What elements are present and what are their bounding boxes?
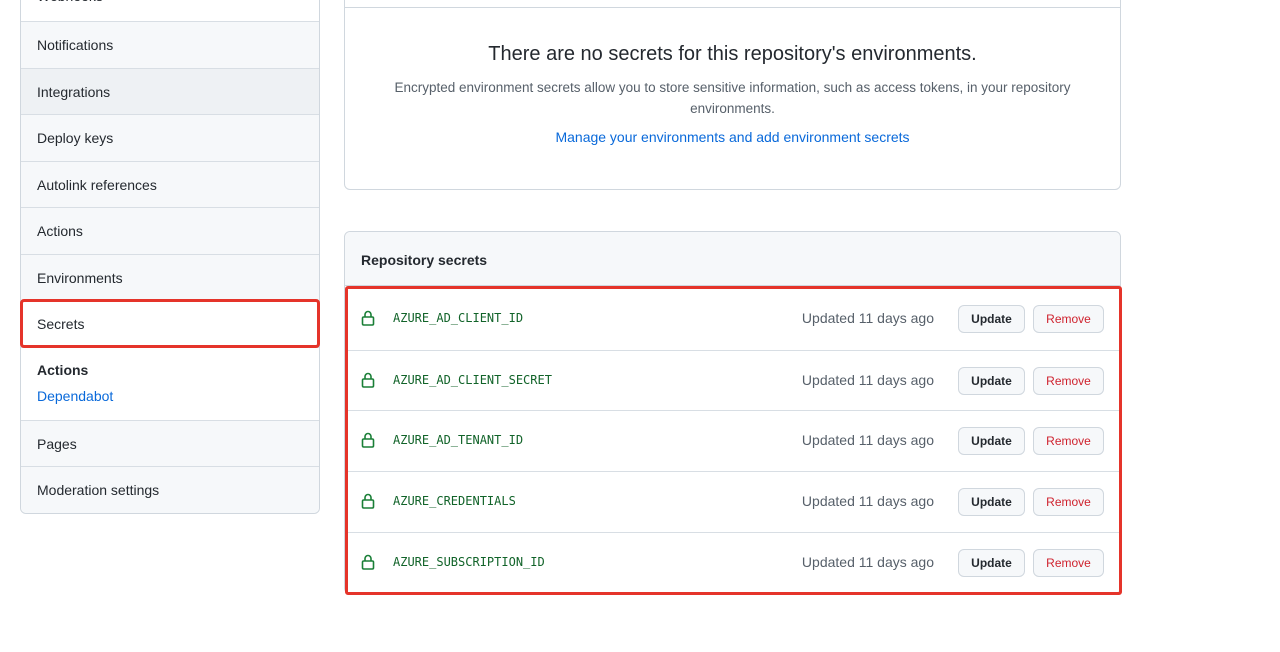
blankslate-description: Encrypted environment secrets allow you … bbox=[394, 80, 1071, 116]
sidebar-item-actions[interactable]: Actions bbox=[21, 207, 319, 254]
sidebar-secrets-subgroup: Actions Dependabot bbox=[21, 346, 319, 420]
sidebar-item-deploy-keys[interactable]: Deploy keys bbox=[21, 114, 319, 161]
update-secret-button[interactable]: Update bbox=[958, 305, 1025, 333]
update-secret-button[interactable]: Update bbox=[958, 548, 1025, 577]
environment-secrets-blankslate: There are no secrets for this repository… bbox=[344, 0, 1121, 190]
secret-row: AZURE_AD_CLIENT_ID Updated 11 days ago U… bbox=[348, 289, 1119, 350]
divider bbox=[345, 7, 1120, 8]
manage-environments-link[interactable]: Manage your environments and add environ… bbox=[345, 129, 1120, 145]
secret-row: AZURE_CREDENTIALS Updated 11 days ago Up… bbox=[348, 471, 1119, 532]
sidebar-item-autolink-references[interactable]: Autolink references bbox=[21, 160, 319, 207]
sidebar-subitem-dependabot[interactable]: Dependabot bbox=[37, 388, 303, 404]
secret-name: AZURE_AD_CLIENT_SECRET bbox=[393, 372, 552, 387]
sidebar-item-pages[interactable]: Pages bbox=[21, 419, 319, 466]
secret-updated-time: Updated 11 days ago bbox=[801, 553, 934, 570]
lock-icon bbox=[361, 372, 375, 388]
lock-icon bbox=[361, 493, 375, 509]
lock-icon bbox=[361, 433, 375, 449]
secret-name: AZURE_AD_TENANT_ID bbox=[393, 433, 524, 448]
remove-secret-button[interactable]: Remove bbox=[1033, 427, 1104, 456]
secret-name: AZURE_CREDENTIALS bbox=[393, 494, 516, 509]
sidebar-item-moderation-settings[interactable]: Moderation settings bbox=[21, 466, 319, 513]
secret-name: AZURE_SUBSCRIPTION_ID bbox=[393, 554, 545, 569]
secret-name: AZURE_AD_CLIENT_ID bbox=[393, 311, 524, 325]
sidebar-item-integrations[interactable]: Integrations bbox=[21, 67, 319, 114]
lock-icon bbox=[361, 554, 375, 570]
sidebar-item-secrets[interactable]: Secrets bbox=[20, 299, 320, 348]
lock-icon bbox=[361, 310, 375, 326]
repository-secrets-header: Repository secrets bbox=[345, 232, 1120, 286]
settings-sidebar: Webhooks Notifications Integrations Depl… bbox=[20, 0, 320, 514]
secrets-list: AZURE_AD_CLIENT_ID Updated 11 days ago U… bbox=[345, 286, 1122, 596]
blankslate-title: There are no secrets for this repository… bbox=[488, 43, 977, 65]
remove-secret-button[interactable]: Remove bbox=[1033, 488, 1104, 517]
remove-secret-button[interactable]: Remove bbox=[1033, 548, 1104, 577]
remove-secret-button[interactable]: Remove bbox=[1033, 305, 1104, 333]
secret-updated-time: Updated 11 days ago bbox=[801, 432, 934, 449]
sidebar-subitem-actions[interactable]: Actions bbox=[37, 362, 303, 378]
remove-secret-button[interactable]: Remove bbox=[1033, 366, 1104, 395]
secret-updated-time: Updated 11 days ago bbox=[801, 371, 934, 388]
secret-row: AZURE_AD_CLIENT_SECRET Updated 11 days a… bbox=[348, 349, 1119, 411]
secret-updated-time: Updated 11 days ago bbox=[801, 310, 934, 326]
sidebar-item-webhooks[interactable]: Webhooks bbox=[21, 0, 319, 21]
update-secret-button[interactable]: Update bbox=[958, 488, 1025, 517]
sidebar-item-notifications[interactable]: Notifications bbox=[21, 21, 319, 68]
repository-secrets-box: Repository secrets AZURE_AD_CLIENT_ID Up… bbox=[344, 231, 1122, 596]
update-secret-button[interactable]: Update bbox=[958, 366, 1025, 395]
secret-row: AZURE_SUBSCRIPTION_ID Updated 11 days ag… bbox=[348, 531, 1119, 593]
secret-updated-time: Updated 11 days ago bbox=[801, 493, 934, 510]
update-secret-button[interactable]: Update bbox=[958, 427, 1025, 456]
sidebar-item-environments[interactable]: Environments bbox=[21, 253, 319, 300]
secret-row: AZURE_AD_TENANT_ID Updated 11 days ago U… bbox=[348, 410, 1119, 471]
